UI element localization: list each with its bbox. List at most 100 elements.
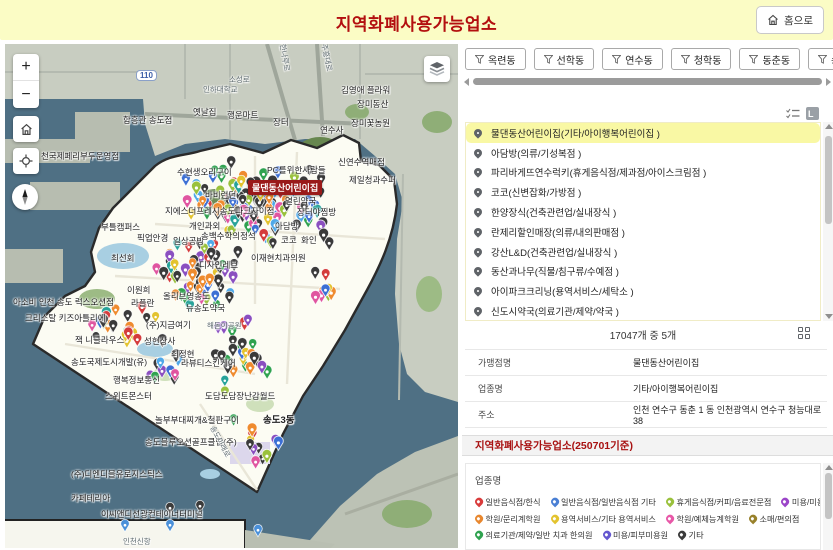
legend-item-label: 일반음식점/한식: [486, 496, 541, 508]
hscroll-right-arrow[interactable]: [826, 78, 831, 86]
list-item[interactable]: 아이파크크리닝(용역서비스/세탁소 ): [466, 281, 820, 301]
map-label: (주)디엔디블유로지스틱스: [71, 468, 163, 480]
table-row: 주소인천 연수구 동춘 1 동 인천광역시 연수구 청능대로 38: [465, 401, 827, 427]
map-label: 소성로: [229, 74, 250, 85]
map-marker-dot: [228, 296, 231, 299]
filter-chip-5[interactable]: 송도동: [808, 48, 833, 70]
map-marker-dot: [208, 278, 211, 281]
checklist-icon[interactable]: [786, 108, 800, 119]
legend-scroll-up[interactable]: [825, 465, 833, 470]
expand-corner-icon[interactable]: L: [806, 107, 819, 120]
list-item[interactable]: 파리바게뜨연수럭키(휴게음식점/제과점/아이스크림점 ): [466, 163, 820, 183]
list-item[interactable]: 란제리할인매장(의류/내의판매점 ): [466, 222, 820, 242]
app: 지역화폐사용가능업소 홈으로: [0, 0, 833, 550]
map-marker-dot: [249, 443, 252, 446]
list-scroll-up[interactable]: [825, 124, 833, 129]
map-marker-dot: [201, 200, 203, 202]
map-label: 부틀캠퍼스: [101, 221, 140, 233]
map-marker-dot: [249, 367, 252, 370]
row-label: 업종명: [465, 382, 633, 395]
list-scroll-thumb[interactable]: [825, 136, 832, 224]
map-marker-dot: [328, 242, 331, 245]
list-item[interactable]: 강산L&D(건축관련업/실내장식 ): [466, 242, 820, 262]
legend-pin-icon: [473, 530, 484, 541]
list-tools: L: [786, 107, 819, 120]
map-marker-dot: [173, 263, 176, 266]
legend-panel: 업종명 일반음식점/한식일반음식점/일반음식점 기타휴게음식점/커피/음료전문점…: [465, 463, 821, 550]
map-marker-dot: [262, 173, 265, 176]
map[interactable]: 인하대학교소성로110함흥관 송도점옛날집행운마트장터연수사김영애 플라워장미동…: [5, 44, 458, 548]
map-marker-dot: [232, 370, 235, 373]
legend-item-label: 학원/예체능계학원: [676, 513, 739, 525]
filter-chip-2[interactable]: 연수동: [602, 48, 663, 70]
layers-icon: [429, 62, 445, 76]
hscroll-thumb[interactable]: [473, 78, 822, 85]
map-marker-dot: [112, 324, 115, 327]
list-item[interactable]: 아담방(의류/기성복점 ): [466, 143, 820, 163]
map-home-button[interactable]: [13, 116, 39, 142]
layers-button[interactable]: [424, 56, 450, 82]
map-marker-dot: [260, 365, 263, 368]
map-marker-dot: [219, 287, 221, 289]
legend-item: 미용/미용원: [781, 496, 821, 508]
list-item[interactable]: 신도시약국(의료기관/제약/약국 ): [466, 301, 820, 321]
map-marker-dot: [232, 201, 235, 204]
legend-scrollbar[interactable]: [823, 463, 833, 550]
map-marker-dot: [262, 234, 265, 237]
table-row: 업종명기타/아이행복어린이집: [465, 375, 827, 401]
map-marker-dot: [191, 262, 193, 264]
map-marker-dot: [241, 343, 244, 346]
map-label: 디자인레브: [199, 259, 238, 271]
map-label: 수현생오리구이: [177, 166, 232, 178]
list-item[interactable]: 동산과나무(직물/침구류/수예점 ): [466, 262, 820, 282]
map-label: 바비런던: [205, 189, 236, 201]
locate-button[interactable]: [13, 148, 39, 174]
zoom-in-button[interactable]: +: [13, 54, 39, 81]
filter-chip-0[interactable]: 옥련동: [465, 48, 526, 70]
map-label: 카페테리아: [71, 492, 110, 504]
filter-hscrollbar[interactable]: [464, 77, 831, 86]
list-item-label: 신도시약국(의료기관/제약/약국 ): [491, 304, 619, 318]
filter-chip-3[interactable]: 청학동: [671, 48, 732, 70]
legend-item-label: 학원/문리계학원: [486, 513, 541, 525]
list-item-label: 아이파크크리닝(용역서비스/세탁소 ): [491, 284, 634, 298]
map-marker-dot: [252, 448, 255, 451]
map-marker-dot: [168, 255, 171, 258]
district-filter-row: 옥련동 선학동 연수동 청학동 동춘동 송도동: [465, 48, 833, 70]
legend-item: 미용/피부미용원: [603, 529, 669, 541]
home-button-label: 홈으로: [784, 13, 813, 28]
map-marker-dot: [241, 199, 244, 202]
map-marker-dot: [186, 200, 189, 203]
funnel-icon: [475, 55, 484, 64]
map-marker-dot: [240, 180, 243, 183]
map-label: 픽업안경: [137, 232, 168, 244]
list-scroll-down[interactable]: [825, 314, 833, 319]
list-item[interactable]: 코코(신변잡화/가방점 ): [466, 182, 820, 202]
pin-icon: [472, 167, 483, 178]
zoom-out-button[interactable]: −: [13, 81, 39, 108]
list-item-label: 파리바게뜨연수럭키(휴게음식점/제과점/아이스크림점 ): [491, 165, 706, 179]
filter-chip-1[interactable]: 선학동: [534, 48, 595, 70]
map-marker-dot: [251, 428, 254, 431]
hscroll-left-arrow[interactable]: [464, 78, 469, 86]
map-marker-dot: [231, 348, 234, 351]
map-marker-dot: [265, 455, 268, 458]
compass[interactable]: [12, 184, 38, 210]
list-item[interactable]: 물댄동산어린이집(기타/아이행복어린이집 ): [466, 123, 820, 143]
list-item[interactable]: 한양장식(건축관련업/실내장식 ): [466, 202, 820, 222]
map-label: 최선회: [111, 252, 134, 264]
pin-icon: [472, 286, 483, 297]
map-marker-dot: [217, 279, 220, 282]
home-button[interactable]: 홈으로: [756, 6, 824, 34]
legend-row: 의료기관/제약/일반 치과 한의원미용/피부미용원기타: [475, 529, 814, 541]
compass-needle-icon: [19, 189, 31, 205]
pin-icon: [472, 266, 483, 277]
list-scrollbar[interactable]: [823, 122, 833, 321]
grid-view-icon[interactable]: [798, 327, 811, 340]
details-table: 가맹점명물댄동산어린이집업종명기타/아이행복어린이집주소인천 연수구 동춘 1 …: [465, 349, 827, 428]
filter-chip-4[interactable]: 동춘동: [739, 48, 800, 70]
map-marker-dot: [155, 268, 158, 271]
legend-scroll-thumb[interactable]: [825, 473, 832, 519]
map-marker-dot: [224, 379, 227, 382]
map-marker-dot: [251, 343, 254, 346]
